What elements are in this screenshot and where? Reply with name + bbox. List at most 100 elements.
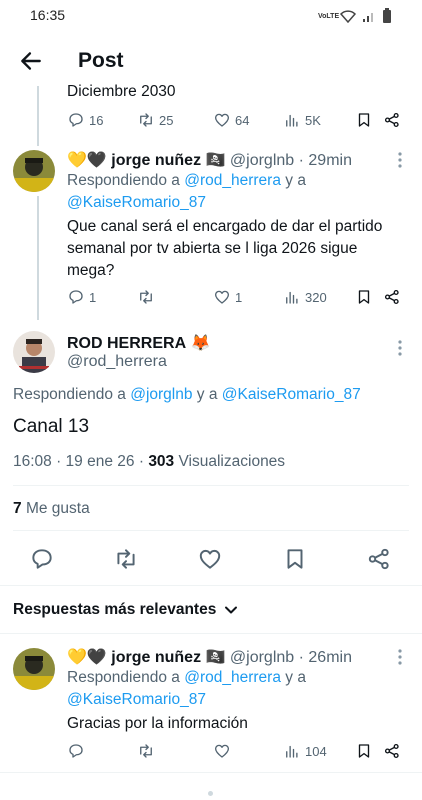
mention-link[interactable]: @KaiseRomario_87 [67, 194, 206, 211]
avatar[interactable] [13, 648, 55, 690]
reply-1-header: 💛🖤 jorge nuñez 🏴‍☠️ @jorglnb · 29min [67, 152, 352, 169]
reply-icon [69, 113, 83, 127]
handle[interactable]: @jorglnb [230, 649, 294, 666]
share-icon [384, 112, 399, 128]
status-time: 16:35 [30, 7, 66, 23]
sort-selector[interactable]: Respuestas más relevantes [13, 601, 238, 619]
views-button[interactable]: 5K [283, 111, 321, 129]
reply-1-text: Que canal será el encargado de dar el pa… [67, 218, 383, 279]
repost-count: 25 [159, 112, 174, 128]
views-button[interactable]: 104 [283, 742, 327, 760]
reply-button[interactable]: 1 [67, 288, 96, 306]
post-timestamp: 16:08 · 19 ene 26 · 303 Visualizaciones [13, 453, 286, 470]
divider [0, 585, 422, 586]
repost-icon [140, 113, 152, 127]
reply-2-text: Gracias por la información [67, 715, 248, 732]
name-emojis: 💛🖤 [67, 649, 107, 666]
mention-link[interactable]: @KaiseRomario_87 [67, 691, 206, 708]
bookmark-button[interactable] [355, 111, 373, 129]
like-icon [214, 113, 230, 127]
reply-button[interactable]: 16 [67, 111, 103, 129]
display-name[interactable]: ROD HERRERA [67, 335, 186, 352]
pirate-flag-emoji: 🏴‍☠️ [205, 152, 226, 169]
header: Post [0, 32, 422, 90]
like-count: 64 [235, 112, 250, 128]
views-button[interactable]: 320 [283, 288, 327, 306]
reply-button[interactable] [29, 546, 55, 572]
like-icon [214, 744, 230, 758]
handle[interactable]: @jorglnb [230, 152, 294, 169]
repost-button[interactable] [137, 742, 155, 760]
reply-icon [69, 744, 83, 758]
status-icons: VoLTE [318, 8, 392, 24]
back-arrow-icon[interactable] [18, 48, 44, 74]
previous-post-text: Diciembre 2030 [67, 83, 176, 99]
mention-link[interactable]: @jorglnb [130, 386, 192, 403]
reply-icon [32, 549, 52, 569]
wifi-icon [340, 10, 356, 23]
previous-post-actions: 16 25 64 5K [67, 111, 407, 133]
views-icon [286, 114, 298, 127]
bookmark-icon [358, 290, 370, 304]
reply-count: 1 [89, 289, 97, 305]
share-button[interactable] [366, 546, 392, 572]
share-button[interactable] [383, 288, 401, 306]
reply-count: 16 [89, 112, 104, 128]
volte-icon: VoLTE [318, 12, 340, 20]
chevron-down-icon [225, 606, 238, 614]
mention-link[interactable]: @rod_herrera [184, 669, 281, 686]
repost-button[interactable] [113, 546, 139, 572]
views-count: 104 [305, 743, 327, 759]
bookmark-icon [358, 113, 370, 127]
share-button[interactable] [383, 111, 401, 129]
reply-icon [69, 290, 83, 304]
status-bar: 16:35 VoLTE [0, 0, 422, 32]
reply-2-header: 💛🖤 jorge nuñez 🏴‍☠️ @jorglnb · 26min [67, 649, 352, 666]
fox-emoji: 🦊 [190, 335, 211, 352]
sort-label: Respuestas más relevantes [13, 601, 217, 618]
like-button[interactable] [213, 742, 231, 760]
display-name[interactable]: jorge nuñez [111, 649, 201, 666]
like-count: 1 [235, 289, 243, 305]
bookmark-icon [358, 744, 370, 758]
more-icon[interactable] [397, 339, 403, 357]
repost-icon [140, 744, 152, 758]
post-time: 26min [308, 649, 352, 666]
like-button[interactable] [197, 546, 223, 572]
repost-icon [140, 290, 152, 304]
loading-indicator [208, 791, 213, 796]
bookmark-button[interactable] [355, 288, 373, 306]
display-name[interactable]: jorge nuñez [111, 152, 201, 169]
handle[interactable]: @rod_herrera [67, 353, 167, 371]
bookmark-button[interactable] [282, 546, 308, 572]
share-button[interactable] [383, 742, 401, 760]
mention-link[interactable]: @KaiseRomario_87 [222, 386, 361, 403]
thread-line [37, 196, 39, 320]
reply-1-actions: 1 1 320 [67, 288, 407, 310]
more-icon[interactable] [397, 648, 403, 666]
views-count: 320 [305, 289, 327, 305]
views-total[interactable]: 303 [148, 453, 174, 470]
like-icon [199, 549, 221, 569]
repost-button[interactable]: 25 [137, 111, 173, 129]
bookmark-button[interactable] [355, 742, 373, 760]
avatar[interactable] [13, 331, 55, 373]
signal-icon [363, 13, 373, 22]
share-icon [384, 743, 399, 759]
mention-link[interactable]: @rod_herrera [184, 172, 281, 189]
more-icon[interactable] [397, 151, 403, 169]
share-icon [368, 548, 389, 570]
main-post-name-line: ROD HERRERA 🦊 [67, 333, 211, 353]
like-button[interactable]: 1 [213, 288, 242, 306]
divider [13, 530, 409, 531]
avatar[interactable] [13, 150, 55, 192]
views-count: 5K [305, 112, 321, 128]
repost-button[interactable] [137, 288, 155, 306]
pirate-flag-emoji: 🏴‍☠️ [205, 649, 226, 666]
views-icon [286, 291, 298, 304]
like-icon [214, 290, 230, 304]
replying-to: Respondiendo a @rod_herrera y a @KaiseRo… [67, 669, 306, 708]
like-button[interactable]: 64 [213, 111, 249, 129]
likes-summary[interactable]: 7 Me gusta [13, 500, 90, 518]
reply-button[interactable] [67, 742, 85, 760]
